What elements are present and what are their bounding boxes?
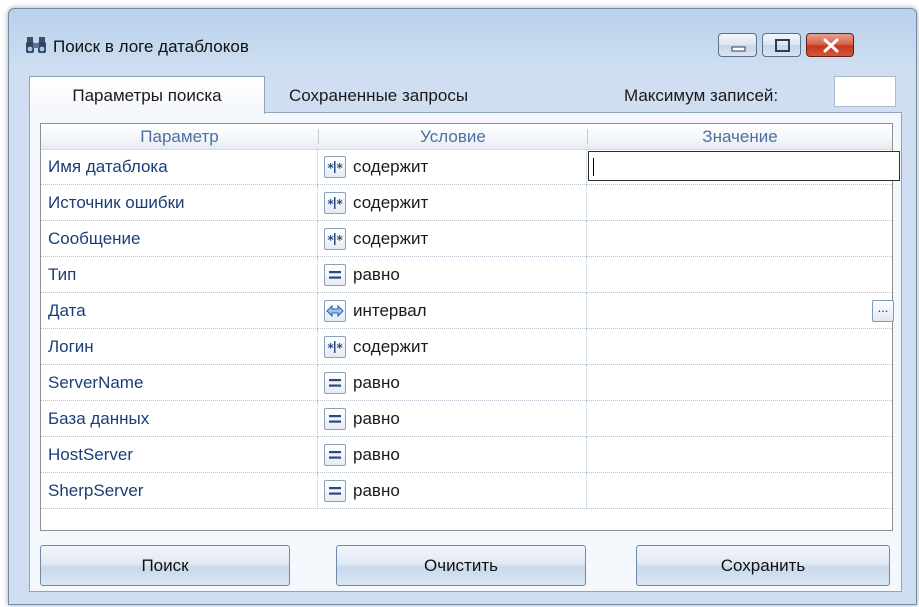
table-row[interactable]: Дата интервал... bbox=[41, 293, 894, 329]
table-row[interactable]: База данных равно bbox=[41, 401, 892, 437]
search-params-panel: Параметр Условие Значение Имя датаблока *… bbox=[29, 112, 902, 592]
param-name-cell[interactable]: Тип bbox=[41, 257, 318, 293]
value-cell[interactable] bbox=[587, 329, 892, 365]
condition-cell[interactable]: равно bbox=[318, 437, 587, 473]
tab-strip: Параметры поиска Сохраненные запросы Мак… bbox=[29, 73, 902, 114]
max-records-input[interactable] bbox=[834, 76, 896, 107]
maximize-button[interactable] bbox=[762, 33, 801, 57]
svg-text:*: * bbox=[327, 161, 334, 175]
column-header-value[interactable]: Значение bbox=[588, 124, 892, 149]
svg-text:*: * bbox=[336, 233, 343, 247]
svg-text:*: * bbox=[327, 233, 334, 247]
condition-cell[interactable]: равно bbox=[318, 401, 587, 437]
value-cell[interactable] bbox=[587, 221, 892, 257]
close-icon bbox=[823, 38, 839, 53]
interval-arrow-icon[interactable] bbox=[324, 300, 346, 322]
table-row[interactable]: Источник ошибки * * содержит bbox=[41, 185, 892, 221]
equals-icon[interactable] bbox=[324, 264, 346, 286]
svg-text:*: * bbox=[336, 341, 343, 355]
clear-button[interactable]: Очистить bbox=[336, 545, 586, 586]
param-name-cell[interactable]: Сообщение bbox=[41, 221, 318, 257]
condition-label: интервал bbox=[353, 301, 427, 320]
wildcard-icon[interactable]: * * bbox=[324, 336, 346, 358]
table-row[interactable]: Логин * * содержит bbox=[41, 329, 892, 365]
tab-search-params[interactable]: Параметры поиска bbox=[29, 76, 265, 114]
wildcard-icon[interactable]: * * bbox=[324, 156, 346, 178]
value-cell[interactable] bbox=[587, 365, 892, 401]
condition-cell[interactable]: интервал bbox=[318, 293, 587, 329]
condition-cell[interactable]: * * содержит bbox=[318, 329, 587, 365]
column-header-condition[interactable]: Условие bbox=[319, 124, 587, 149]
condition-cell[interactable]: * * содержит bbox=[318, 221, 587, 257]
search-dialog-window: Поиск в логе датаблоков Параметры поиска… bbox=[8, 8, 917, 605]
grid-header: Параметр Условие Значение bbox=[41, 124, 892, 150]
condition-cell[interactable]: * * содержит bbox=[318, 185, 587, 221]
param-name-cell[interactable]: SherpServer bbox=[41, 473, 318, 509]
param-name-cell[interactable]: База данных bbox=[41, 401, 318, 437]
params-grid: Параметр Условие Значение Имя датаблока *… bbox=[40, 123, 900, 531]
search-button[interactable]: Поиск bbox=[40, 545, 290, 586]
table-row[interactable]: Имя датаблока * * содержит bbox=[41, 149, 900, 185]
condition-label: равно bbox=[353, 481, 400, 500]
condition-label: равно bbox=[353, 373, 400, 392]
value-cell[interactable] bbox=[587, 437, 892, 473]
value-cell[interactable] bbox=[587, 257, 892, 293]
param-name-cell[interactable]: Логин bbox=[41, 329, 318, 365]
param-name-cell[interactable]: HostServer bbox=[41, 437, 318, 473]
condition-cell[interactable]: равно bbox=[318, 365, 587, 401]
param-name-cell[interactable]: Имя датаблока bbox=[41, 149, 318, 185]
equals-icon[interactable] bbox=[324, 408, 346, 430]
value-cell[interactable] bbox=[587, 185, 892, 221]
svg-text:*: * bbox=[327, 197, 334, 211]
condition-label: равно bbox=[353, 265, 400, 284]
condition-cell[interactable]: равно bbox=[318, 473, 587, 509]
table-row[interactable]: ServerName равно bbox=[41, 365, 892, 401]
window-title: Поиск в логе датаблоков bbox=[53, 37, 249, 56]
table-row[interactable]: SherpServer равно bbox=[41, 473, 892, 509]
condition-label: равно bbox=[353, 445, 400, 464]
condition-label: содержит bbox=[353, 157, 429, 176]
condition-cell[interactable]: равно bbox=[318, 257, 587, 293]
condition-label: содержит bbox=[353, 193, 429, 212]
param-name-cell[interactable]: Источник ошибки bbox=[41, 185, 318, 221]
condition-label: содержит bbox=[353, 337, 429, 356]
param-name-cell[interactable]: Дата bbox=[41, 293, 318, 329]
value-cell[interactable] bbox=[587, 401, 892, 437]
value-cell[interactable] bbox=[587, 149, 900, 185]
tab-saved-queries[interactable]: Сохраненные запросы bbox=[289, 86, 468, 106]
binoculars-icon bbox=[26, 37, 46, 53]
close-button[interactable] bbox=[806, 33, 854, 57]
equals-icon[interactable] bbox=[324, 444, 346, 466]
value-cell[interactable] bbox=[587, 473, 892, 509]
table-row[interactable]: Тип равно bbox=[41, 257, 892, 293]
save-button[interactable]: Сохранить bbox=[636, 545, 890, 586]
column-header-param[interactable]: Параметр bbox=[41, 124, 318, 149]
condition-cell[interactable]: * * содержит bbox=[318, 149, 587, 185]
minimize-icon bbox=[731, 46, 746, 52]
text-caret bbox=[593, 158, 594, 176]
title-bar[interactable]: Поиск в логе датаблоков bbox=[9, 9, 916, 61]
equals-icon[interactable] bbox=[324, 372, 346, 394]
max-records-label: Максимум записей: bbox=[624, 86, 779, 105]
table-row[interactable]: Сообщение * * содержит bbox=[41, 221, 892, 257]
svg-text:*: * bbox=[336, 161, 343, 175]
param-name-cell[interactable]: ServerName bbox=[41, 365, 318, 401]
value-input[interactable] bbox=[588, 151, 900, 181]
ellipsis-button[interactable]: ... bbox=[872, 300, 894, 322]
condition-label: содержит bbox=[353, 229, 429, 248]
minimize-button[interactable] bbox=[718, 33, 757, 57]
maximize-icon bbox=[775, 39, 790, 52]
condition-label: равно bbox=[353, 409, 400, 428]
table-row[interactable]: HostServer равно bbox=[41, 437, 892, 473]
value-cell[interactable]: ... bbox=[587, 293, 894, 329]
svg-text:*: * bbox=[327, 341, 334, 355]
equals-icon[interactable] bbox=[324, 480, 346, 502]
wildcard-icon[interactable]: * * bbox=[324, 192, 346, 214]
svg-text:*: * bbox=[336, 197, 343, 211]
wildcard-icon[interactable]: * * bbox=[324, 228, 346, 250]
